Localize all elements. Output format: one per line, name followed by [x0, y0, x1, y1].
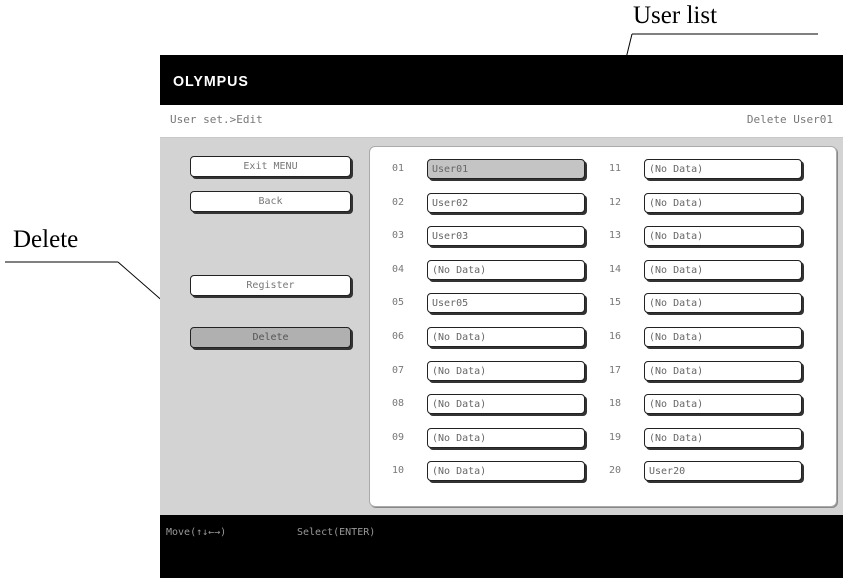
user-list-panel: 01 User01 02 User02 03 User03 04 (No Data) 05 Use… [369, 146, 837, 507]
user-slot-16[interactable]: (No Data) [644, 327, 802, 347]
user-slot-19[interactable]: (No Data) [644, 427, 802, 448]
user-list-callout: User list [633, 2, 718, 29]
user-slot-13[interactable]: (No Data) [644, 226, 802, 247]
user-slot-15[interactable]: (No Data) [644, 293, 802, 314]
user-slot-number: 13 [608, 230, 622, 242]
user-slot-number: 20 [608, 465, 622, 477]
user-slot-number: 02 [391, 196, 405, 208]
user-slot-number: 15 [608, 297, 622, 309]
content-area: Exit MENU Back Register Delete 01 User01 0… [160, 138, 843, 515]
delete-button[interactable]: Delete [190, 327, 351, 348]
user-slot-07[interactable]: (No Data) [427, 360, 585, 381]
user-slot-10[interactable]: (No Data) [427, 461, 585, 482]
user-slot-04[interactable]: (No Data) [427, 259, 585, 280]
user-slot-number: 08 [391, 398, 405, 410]
user-slot-18[interactable]: (No Data) [644, 394, 802, 415]
olympus-logo: OLYMPUS [173, 73, 249, 90]
user-slot-number: 14 [608, 263, 622, 275]
title-bar: OLYMPUS [160, 55, 843, 105]
user-slot-20[interactable]: User20 [644, 461, 802, 482]
user-slot-number: 01 [391, 163, 405, 174]
user-slot-number: 05 [391, 297, 405, 309]
user-slot-number: 09 [391, 431, 405, 443]
device-screen: OLYMPUS User set.>Edit Delete User01 Exi… [160, 55, 843, 578]
mode-label: Delete User01 [746, 113, 833, 126]
select-hint: Select(ENTER) [297, 527, 376, 538]
user-slot-06[interactable]: (No Data) [427, 327, 585, 347]
user-slot-14[interactable]: (No Data) [644, 259, 802, 280]
exit-menu-button[interactable]: Exit MENU [190, 156, 351, 177]
delete-callout: Delete [13, 226, 79, 253]
user-slot-number: 06 [391, 331, 405, 342]
user-slot-number: 17 [608, 364, 622, 376]
back-button[interactable]: Back [190, 191, 351, 212]
user-slot-number: 07 [391, 364, 405, 376]
user-slot-number: 19 [608, 431, 622, 443]
user-slot-17[interactable]: (No Data) [644, 360, 802, 381]
user-slot-number: 12 [608, 196, 622, 208]
user-slot-11[interactable]: (No Data) [644, 159, 802, 179]
status-bar: Move(↑↓←→) Select(ENTER) [160, 515, 843, 578]
user-slot-number: 11 [608, 163, 622, 174]
move-hint: Move(↑↓←→) [166, 527, 227, 538]
breadcrumb-bar: User set.>Edit Delete User01 [160, 105, 843, 138]
user-slot-number: 16 [608, 331, 622, 342]
user-slot-number: 04 [391, 263, 405, 275]
breadcrumb: User set.>Edit [170, 113, 263, 126]
user-slot-01[interactable]: User01 [427, 159, 585, 179]
user-slot-03[interactable]: User03 [427, 226, 585, 247]
register-button[interactable]: Register [190, 275, 351, 296]
user-slot-12[interactable]: (No Data) [644, 192, 802, 213]
user-slot-number: 03 [391, 230, 405, 242]
user-slot-number: 10 [391, 465, 405, 477]
user-slot-02[interactable]: User02 [427, 192, 585, 213]
user-slot-08[interactable]: (No Data) [427, 394, 585, 415]
user-slot-05[interactable]: User05 [427, 293, 585, 314]
user-slot-09[interactable]: (No Data) [427, 427, 585, 448]
user-slot-number: 18 [608, 398, 622, 410]
